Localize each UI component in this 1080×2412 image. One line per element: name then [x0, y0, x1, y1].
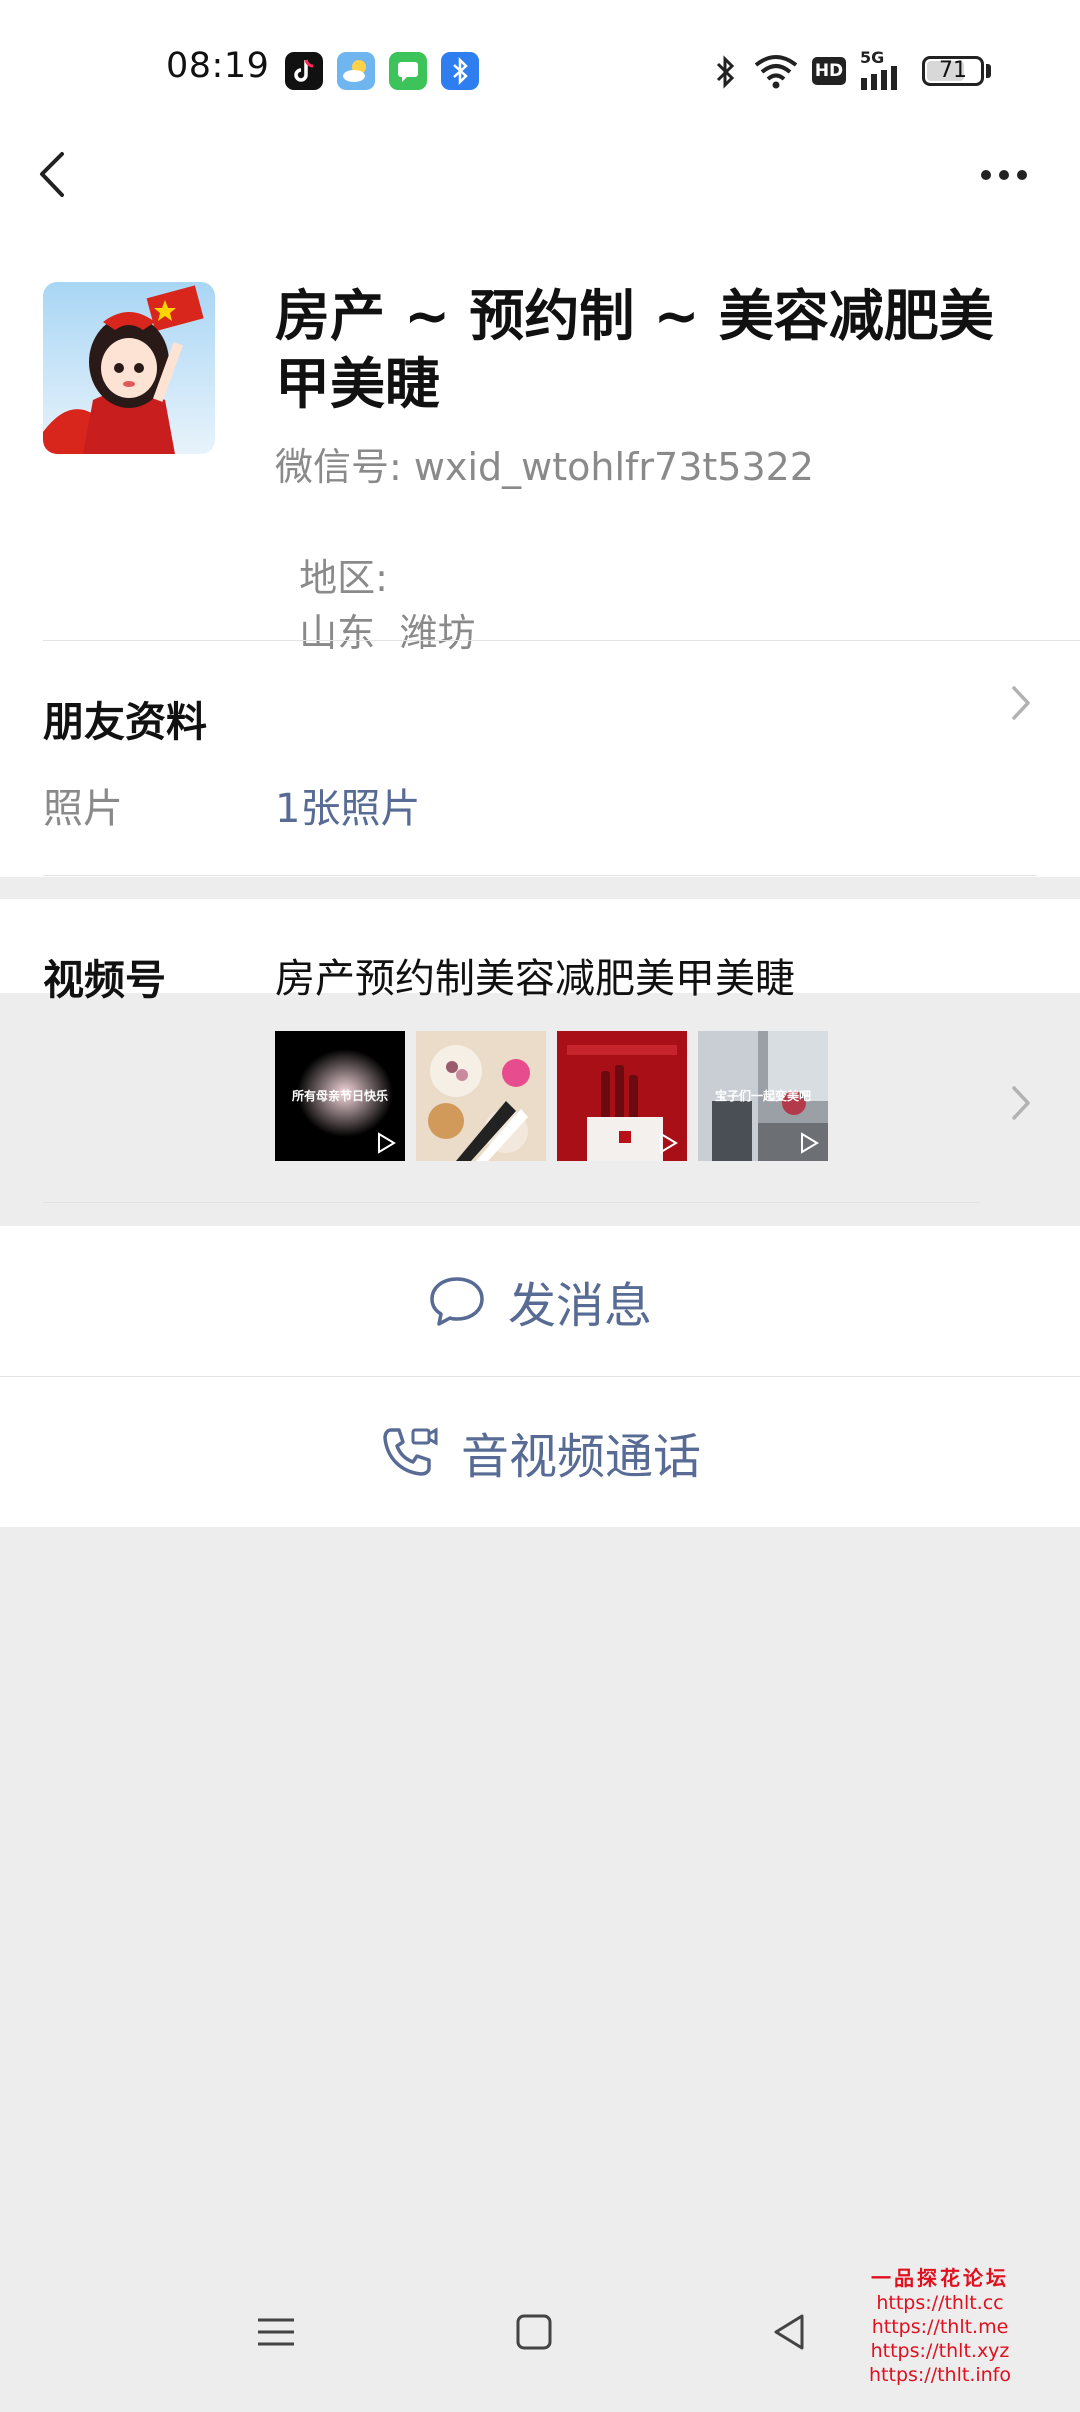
divider — [43, 640, 1080, 641]
network-type: 5G — [860, 48, 885, 67]
video-thumbnail[interactable]: 所有母亲节日快乐 — [275, 1031, 405, 1161]
wechat-id-value[interactable]: wxid_wtohlfr73t5322 — [414, 445, 814, 489]
video-call-button[interactable]: 音视频通话 — [0, 1377, 1080, 1527]
more-dots-icon — [981, 170, 1027, 180]
battery-percent: 71 — [939, 58, 967, 83]
divider — [43, 1202, 980, 1203]
watermark-link: https://thlt.info — [869, 2364, 1011, 2386]
watermark-title: 一品探花论坛 — [871, 2266, 1009, 2290]
section-gap — [0, 877, 1080, 899]
wechat-id-line: 微信号: wxid_wtohlfr73t5322 — [275, 436, 814, 491]
weather-icon — [337, 52, 375, 90]
hd-icon: HD — [812, 57, 846, 85]
profile-name: 房产 ~ 预约制 ~ 美容减肥美甲美睫 — [275, 284, 994, 416]
video-thumbnail[interactable]: 宝子们一起变美吧 — [698, 1031, 828, 1161]
battery-icon: 71 — [922, 56, 984, 86]
chat-bubble-icon — [430, 1277, 484, 1326]
wechat-id-label: 微信号: — [275, 445, 402, 489]
tiktok-icon — [285, 52, 323, 90]
watermark-link: https://thlt.cc — [876, 2292, 1004, 2314]
video-thumbnail[interactable] — [557, 1031, 687, 1161]
play-icon — [801, 1132, 819, 1154]
play-icon — [660, 1132, 678, 1154]
page-top-background — [0, 0, 1080, 993]
messages-icon — [389, 52, 427, 90]
region-line: 地区: 山东 潍坊 — [275, 503, 475, 657]
friend-info-title: 朋友资料 — [43, 698, 207, 746]
play-icon — [378, 1132, 396, 1154]
home-icon[interactable] — [512, 2310, 556, 2354]
video-call-label: 音视频通话 — [460, 1429, 701, 1485]
back-button[interactable] — [30, 140, 80, 210]
photos-value[interactable]: 1张照片 — [275, 776, 420, 834]
photos-label: 照片 — [43, 786, 123, 832]
thumbnail-image — [416, 1031, 546, 1161]
watermark: 一品探花论坛 https://thlt.cc https://thlt.me h… — [860, 2262, 1020, 2387]
region-label: 地区: — [299, 556, 388, 600]
thumbnail-caption: 所有母亲节日快乐 — [291, 1089, 388, 1103]
status-time: 08:19 — [166, 46, 270, 86]
chevron-right-icon — [1012, 1086, 1030, 1120]
send-message-label: 发消息 — [507, 1278, 652, 1334]
bluetooth-icon — [716, 55, 735, 89]
avatar[interactable] — [43, 282, 215, 454]
more-button[interactable] — [974, 150, 1034, 200]
menu-icon[interactable] — [254, 2310, 298, 2354]
region-value: 山东 潍坊 — [299, 611, 476, 655]
thumbnail-caption: 宝子们一起变美吧 — [714, 1089, 811, 1103]
divider — [43, 875, 1037, 876]
chevron-left-icon — [40, 152, 64, 197]
watermark-link: https://thlt.me — [871, 2316, 1009, 2338]
chevron-right-icon — [1012, 686, 1030, 720]
phone-video-icon — [383, 1427, 438, 1476]
bluetooth-app-icon — [441, 52, 479, 90]
channel-name: 房产预约制美容减肥美甲美睫 — [275, 956, 795, 1002]
watermark-link: https://thlt.xyz — [870, 2340, 1010, 2362]
send-message-button[interactable]: 发消息 — [0, 1226, 1080, 1376]
video-thumbnail[interactable] — [416, 1031, 546, 1161]
channels-title: 视频号 — [43, 956, 166, 1004]
battery-nub — [986, 64, 991, 78]
section-gap — [0, 1204, 1080, 1226]
back-triangle-icon[interactable] — [768, 2310, 812, 2354]
wifi-icon — [754, 55, 798, 89]
avatar-image — [43, 282, 215, 454]
